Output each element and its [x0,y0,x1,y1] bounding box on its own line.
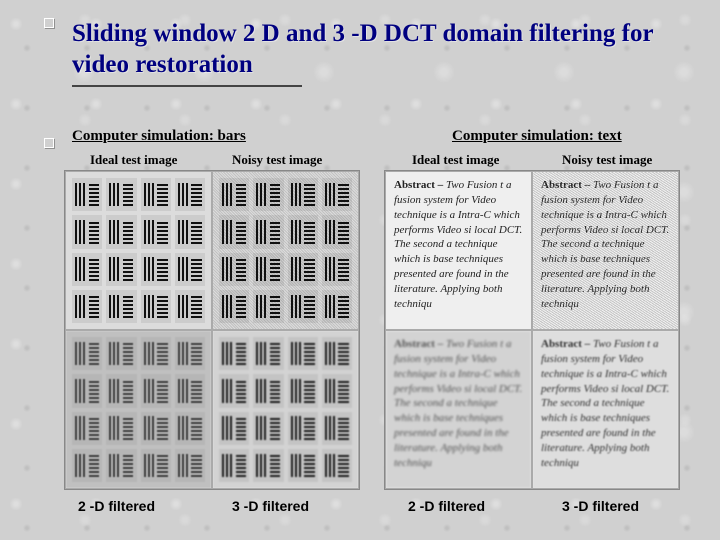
text-sample-lead: Abstract – [541,338,590,350]
text-3d-filtered: Abstract – Two Fusion t a fusion system … [532,330,679,489]
title-underline [72,85,302,87]
text-2d-filtered: Abstract – Two Fusion t a fusion system … [385,330,532,489]
group-heading-text: Computer simulation: text [452,128,622,145]
col-label-ideal-left: Ideal test image [90,152,177,168]
bars-noisy [212,171,359,330]
bottom-label-2d-left: 2 -D filtered [78,498,155,514]
text-sample-body: Two Fusion t a fusion system for Video t… [394,338,522,469]
slide-title-block: Sliding window 2 D and 3 -D DCT domain f… [72,18,672,87]
bullet-icon [44,138,54,148]
bottom-label-2d-right: 2 -D filtered [408,498,485,514]
col-label-noisy-left: Noisy test image [232,152,322,168]
col-label-noisy-right: Noisy test image [562,152,652,168]
bars-panel [64,170,360,490]
bottom-label-3d-right: 3 -D filtered [562,498,639,514]
col-label-ideal-right: Ideal test image [412,152,499,168]
bars-ideal [65,171,212,330]
text-sample-body: Two Fusion t a fusion system for Video t… [394,179,522,310]
text-noisy: Abstract – Two Fusion t a fusion system … [532,171,679,330]
text-sample-lead: Abstract – [541,179,590,191]
text-sample-body: Two Fusion t a fusion system for Video t… [541,179,669,310]
text-sample-lead: Abstract – [394,179,443,191]
text-sample-lead: Abstract – [394,338,443,350]
bottom-label-3d-left: 3 -D filtered [232,498,309,514]
group-heading-bars: Computer simulation: bars [72,128,246,145]
text-panel: Abstract – Two Fusion t a fusion system … [384,170,680,490]
slide-title: Sliding window 2 D and 3 -D DCT domain f… [72,18,672,81]
bars-2d-filtered [65,330,212,489]
text-ideal: Abstract – Two Fusion t a fusion system … [385,171,532,330]
bullet-icon [44,18,54,28]
text-sample-body: Two Fusion t a fusion system for Video t… [541,338,669,469]
bars-3d-filtered [212,330,359,489]
